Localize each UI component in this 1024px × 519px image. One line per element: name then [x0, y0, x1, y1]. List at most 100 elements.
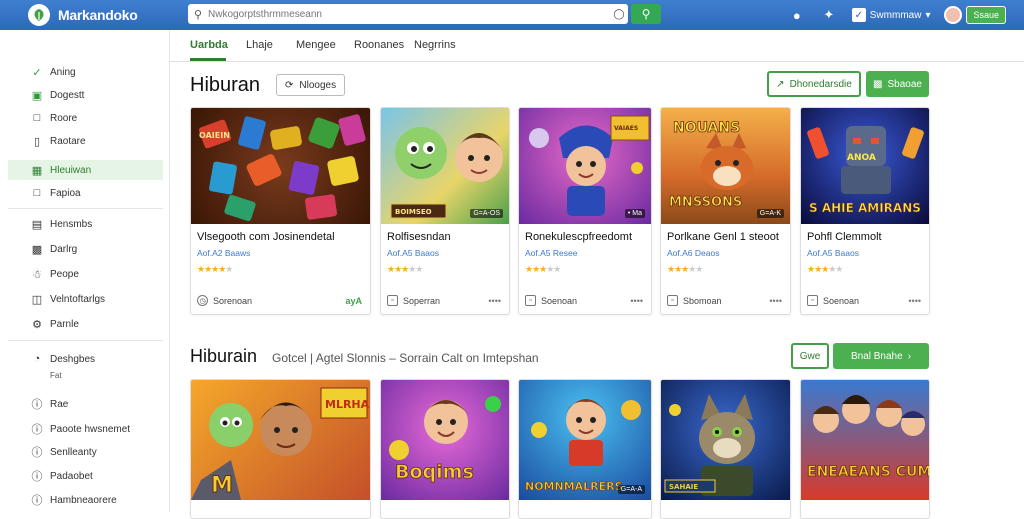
filter-chip[interactable]: ⟳ Nlooges — [276, 74, 346, 96]
microphone-icon[interactable]: ◯ — [610, 9, 628, 20]
price-badge: G=A-K — [756, 209, 784, 218]
user-menu[interactable]: Ssaue — [944, 6, 1006, 24]
tab-uarbda[interactable]: Uarbda — [190, 39, 228, 51]
sidebar-item-roore[interactable]: □ Roore — [8, 108, 163, 128]
sidebar-item-padaobet[interactable]: ⓘ Padaobet — [8, 466, 163, 486]
sidebar-item-hleuiwan[interactable]: ▦ Hleuiwan — [8, 160, 163, 180]
card-footer: ◷ Sorenoan — [197, 295, 252, 306]
art-text: S AHIE AMIRANS — [809, 201, 921, 215]
sidebar-item-rae[interactable]: ⓘ Rae — [8, 394, 163, 414]
game-thumbnail[interactable]: SAHAIE — [661, 380, 790, 500]
game-thumbnail[interactable]: ENEAEANS CUMEE — [801, 380, 929, 500]
sidebar-item-velntoftarlgs[interactable]: ◫ Velntoftarlgs — [8, 289, 163, 309]
bookmark-icon: ▯ — [33, 135, 41, 148]
tab-lhaje[interactable]: Lhaje — [246, 39, 273, 51]
account-label: Swmmmaw — [869, 9, 922, 21]
grid-icon: ▩ — [31, 243, 43, 256]
info-icon: ⓘ — [31, 447, 43, 459]
game-card[interactable]: NOUANS MNSSONS G=A-K Porlkane Genl 1 ste… — [660, 107, 791, 315]
device-icon: ▫ — [807, 295, 818, 306]
sidebar-item-peope[interactable]: ☃ Peope — [8, 264, 163, 284]
game-thumbnail[interactable]: ANOA S AHIE AMIRANS — [801, 108, 929, 224]
account-menu[interactable]: ✓ Swmmmaw ▾ — [851, 8, 930, 22]
art-text: SAHAIE — [669, 483, 698, 491]
sidebar-item-hensmbs[interactable]: ▤ Hensmbs — [8, 214, 163, 234]
info-icon: ⓘ — [31, 399, 43, 411]
game-title: Vlsegooth com Josinendetal — [197, 231, 335, 243]
game-card[interactable]: VAIAES • Ma Ronekulescpfreedomt Aof.A5 R… — [518, 107, 652, 315]
card-action[interactable]: ayA — [345, 296, 362, 306]
sidebar-item-dogestt[interactable]: ▣ Dogestt — [8, 85, 163, 105]
more-options-icon[interactable]: •••• — [769, 296, 782, 306]
game-card[interactable]: ANOA S AHIE AMIRANS Pohfl Clemmolt Aof.A… — [800, 107, 930, 315]
browse-button[interactable]: Bnal Bnahe › — [833, 343, 929, 369]
search-box[interactable]: ⚲ ◯ — [188, 4, 628, 24]
game-thumbnail[interactable]: OAIEIN — [191, 108, 370, 224]
game-card[interactable]: OAIEIN Vlsegooth com Josinendetal Aof.A2… — [190, 107, 371, 315]
app-logo[interactable]: Markandoko — [28, 4, 188, 26]
puzzle-icon[interactable]: ✦ — [820, 6, 838, 24]
user-button[interactable]: Ssaue — [966, 6, 1006, 24]
more-options-icon[interactable]: •••• — [630, 296, 643, 306]
arrow-icon: ↗ — [776, 78, 785, 90]
view-button[interactable]: Gwe — [791, 343, 829, 369]
more-options-icon[interactable]: •••• — [488, 296, 501, 306]
rating-stars: ★★★★★ — [197, 264, 233, 274]
settings-icon: ◔ — [33, 353, 41, 365]
game-card[interactable]: Boqims — [380, 379, 510, 519]
more-options-icon[interactable]: •••• — [908, 296, 921, 306]
see-all-button[interactable]: ▩ Sbaoae — [866, 71, 929, 97]
game-card[interactable]: MLRHA M — [190, 379, 371, 519]
art-text: NOUANS — [673, 120, 740, 136]
sidebar-item-aning[interactable]: ✓ Aning — [8, 62, 163, 82]
app-title: Markandoko — [58, 7, 138, 23]
sidebar-item-darlrg[interactable]: ▩ Darlrg — [8, 239, 163, 259]
sidebar-item-hambneaorere[interactable]: ⓘ Hambneaorere — [8, 490, 163, 510]
game-thumbnail[interactable]: BOIMSEO G=A-OS — [381, 108, 509, 224]
sidebar-divider — [8, 208, 163, 209]
tab-bar: Uarbda Lhaje Mengee Roonanes Negrrins — [170, 30, 1024, 62]
sidebar-item-raotare[interactable]: ▯ Raotare — [8, 131, 163, 151]
sidebar-divider — [8, 340, 163, 341]
download-button[interactable]: ↗ Dhonedarsdie — [767, 71, 861, 97]
card-footer: ▫ Soenoan — [807, 295, 859, 306]
game-thumbnail[interactable]: MLRHA M — [191, 380, 370, 500]
game-card[interactable]: BOIMSEO G=A-OS Rolfisesndan Aof.A5 Baaos… — [380, 107, 510, 315]
search-input[interactable] — [208, 8, 610, 20]
game-card[interactable]: ENEAEANS CUMEE — [800, 379, 930, 519]
art-text: Boqims — [395, 461, 474, 483]
game-title: Rolfisesndan — [387, 231, 451, 243]
game-card[interactable]: NOMNMALRERS G=A-A — [518, 379, 652, 519]
tab-mengee[interactable]: Mengee — [296, 39, 336, 51]
game-thumbnail[interactable]: NOUANS MNSSONS G=A-K — [661, 108, 790, 224]
tab-roonanes[interactable]: Roonanes — [354, 39, 404, 51]
sidebar-item-parnle[interactable]: ⚙ Parnle — [8, 314, 163, 334]
info-icon: ⓘ — [31, 495, 43, 507]
art-text: MLRHA — [325, 398, 370, 411]
notification-icon[interactable]: ● — [788, 6, 806, 24]
game-card[interactable]: SAHAIE — [660, 379, 791, 519]
green-square-icon: ▣ — [31, 89, 43, 102]
sidebar-item-paoote[interactable]: ⓘ Paoote hwsnemet — [8, 419, 163, 439]
art-text: ENEAEANS CUMEE — [807, 464, 929, 480]
game-thumbnail[interactable]: Boqims — [381, 380, 509, 500]
avatar[interactable] — [944, 6, 963, 24]
device-icon: ▫ — [525, 295, 536, 306]
card-footer: ▫ Sbomoan — [667, 295, 722, 306]
game-thumbnail[interactable]: NOMNMALRERS G=A-A — [519, 380, 651, 500]
search-button[interactable]: ⚲ — [631, 4, 661, 24]
art-text: BOIMSEO — [395, 208, 432, 216]
sidebar-item-senlleanty[interactable]: ⓘ Senlleanty — [8, 442, 163, 462]
game-meta: Aof.A6 Deaos — [667, 248, 720, 258]
art-text: NOMNMALRERS — [525, 480, 623, 493]
art-text: MNSSONS — [669, 195, 742, 210]
price-badge: • Ma — [624, 209, 645, 218]
device-icon: ▫ — [387, 295, 398, 306]
tab-negrrins[interactable]: Negrrins — [414, 39, 456, 51]
sidebar-item-fapioa[interactable]: □ Fapioa — [8, 183, 163, 203]
chevron-right-icon: › — [907, 350, 912, 362]
svg-text:M: M — [211, 473, 233, 498]
art-text: OAIEIN — [199, 131, 230, 140]
game-thumbnail[interactable]: VAIAES • Ma — [519, 108, 651, 224]
sidebar-item-deshgbes[interactable]: ◔ Deshgbes — [8, 349, 163, 369]
